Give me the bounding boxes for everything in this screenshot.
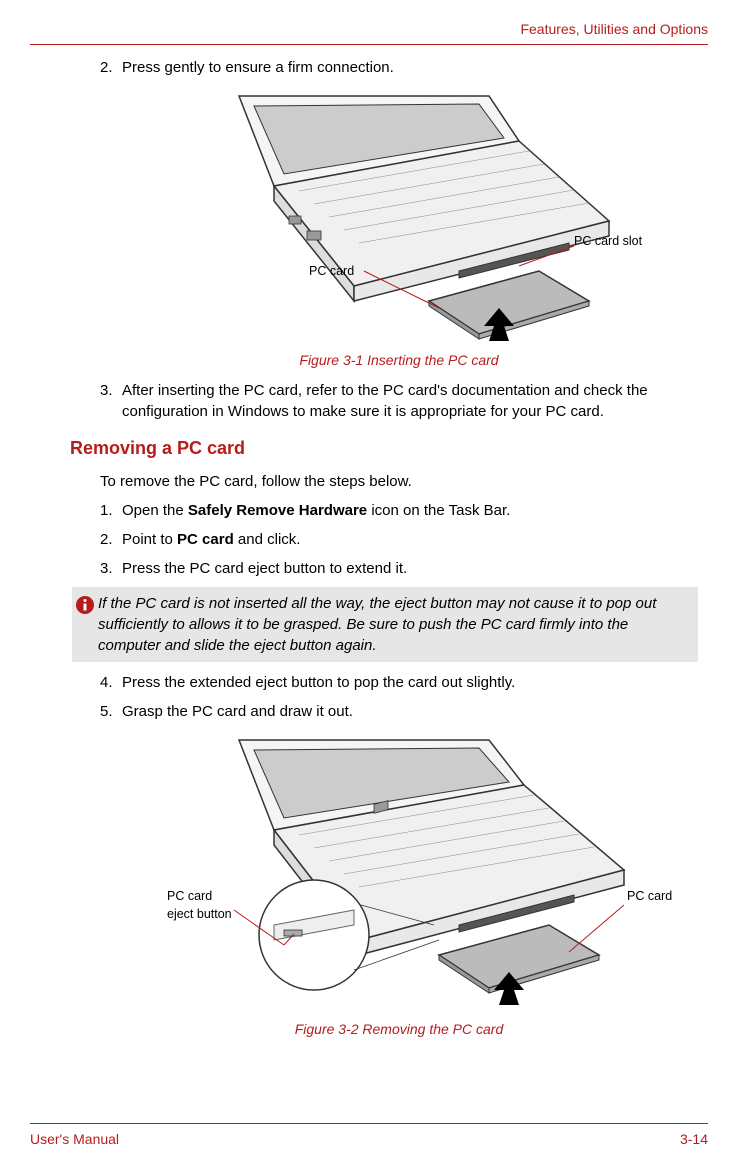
step-number: 2. [100,57,122,78]
page-footer: User's Manual 3-14 [30,1123,708,1150]
figure-2-illustration: PC card eject button PC card [129,730,669,1010]
step-2-insert: 2. Press gently to ensure a firm connect… [100,57,698,78]
callout-eject-line1: PC card [167,889,212,903]
figure-2: PC card eject button PC card Figure 3-2 … [100,730,698,1040]
intro-text: To remove the PC card, follow the steps … [100,471,698,492]
step-text: Grasp the PC card and draw it out. [122,701,698,722]
text-part: Point to [122,531,177,548]
callout-pc-card-2: PC card [627,888,672,906]
step-number: 4. [100,672,122,693]
text-bold: PC card [177,531,234,548]
header-section-title: Features, Utilities and Options [520,21,708,37]
figure-1-caption: Figure 3-1 Inserting the PC card [100,351,698,371]
step-text: Open the Safely Remove Hardware icon on … [122,500,698,521]
step-text: Press gently to ensure a firm connection… [122,57,698,78]
remove-step-4: 4. Press the extended eject button to po… [100,672,698,693]
step-text: Press the extended eject button to pop t… [122,672,698,693]
text-part: Open the [122,502,188,519]
page-header: Features, Utilities and Options [30,20,708,45]
callout-pc-card: PC card [309,263,354,281]
callout-eject-button: PC card eject button [167,888,232,923]
remove-step-5: 5. Grasp the PC card and draw it out. [100,701,698,722]
step-number: 3. [100,380,122,422]
step-text: Press the PC card eject button to extend… [122,558,698,579]
step-number: 2. [100,529,122,550]
step-text: After inserting the PC card, refer to th… [122,380,698,422]
note-box: If the PC card is not inserted all the w… [72,587,698,662]
laptop-drawing-2 [129,730,669,1010]
figure-1-illustration: PC card slot PC card [179,86,619,341]
text-bold: Safely Remove Hardware [188,502,367,519]
footer-right: 3-14 [680,1130,708,1150]
figure-1: PC card slot PC card Figure 3-1 Insertin… [100,86,698,371]
text-part: icon on the Task Bar. [367,502,510,519]
remove-step-2: 2. Point to PC card and click. [100,529,698,550]
remove-step-1: 1. Open the Safely Remove Hardware icon … [100,500,698,521]
step-number: 1. [100,500,122,521]
remove-step-3: 3. Press the PC card eject button to ext… [100,558,698,579]
step-3-insert: 3. After inserting the PC card, refer to… [100,380,698,422]
note-text: If the PC card is not inserted all the w… [98,593,690,656]
step-number: 5. [100,701,122,722]
step-text: Point to PC card and click. [122,529,698,550]
page-content: 2. Press gently to ensure a firm connect… [30,57,708,1040]
figure-2-caption: Figure 3-2 Removing the PC card [100,1020,698,1040]
text-part: and click. [234,531,301,548]
callout-pc-card-slot: PC card slot [574,233,642,251]
laptop-drawing [179,86,619,341]
footer-left: User's Manual [30,1130,119,1150]
info-icon [72,593,98,615]
section-heading-removing: Removing a PC card [70,436,698,461]
step-number: 3. [100,558,122,579]
callout-eject-line2: eject button [167,907,232,921]
